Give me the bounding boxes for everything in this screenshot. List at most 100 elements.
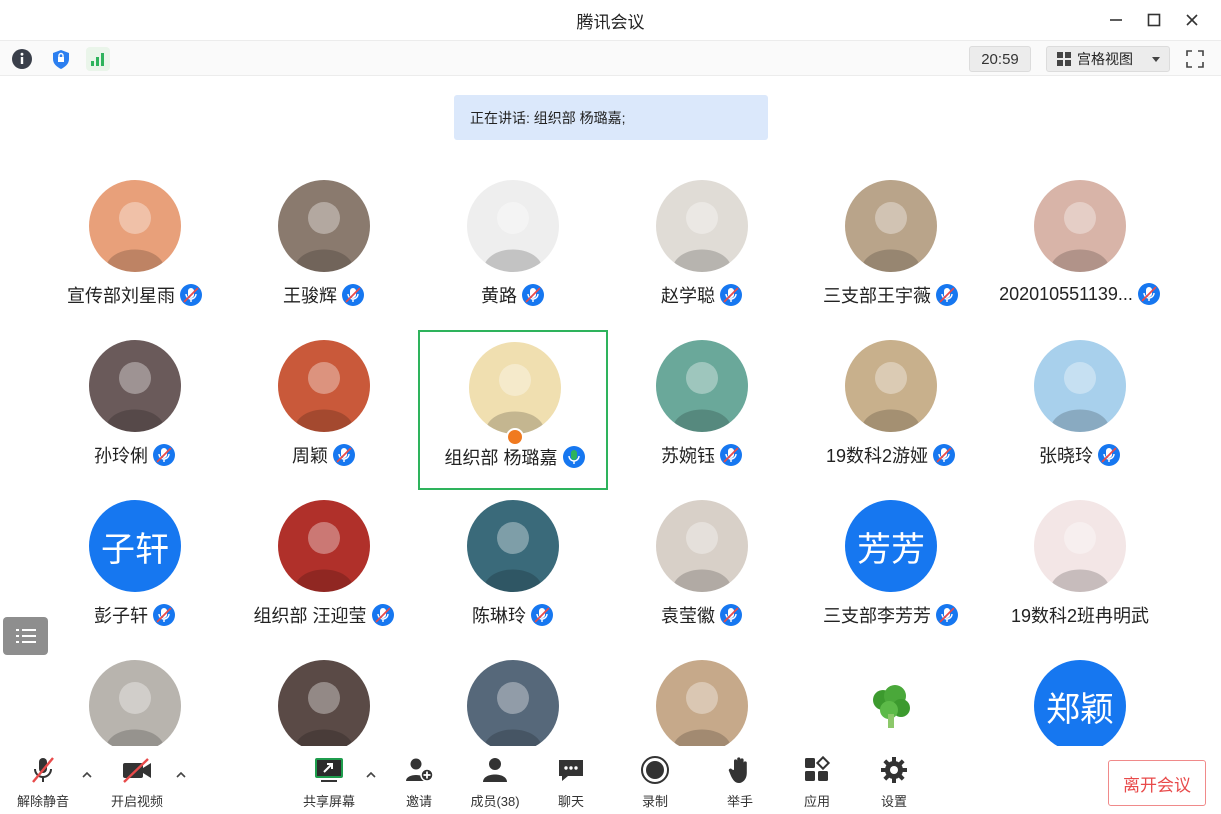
participant-name-row: 袁莹徽 <box>607 602 797 628</box>
participant-name: 组织部 汪迎莹 <box>253 606 367 626</box>
avatar <box>89 180 181 272</box>
avatar <box>845 180 937 272</box>
participant-tile[interactable]: 周颖 <box>229 330 419 490</box>
participant-name: 袁莹徽 <box>661 606 715 626</box>
microphone-muted-icon <box>720 604 742 626</box>
participant-name-row: 202010551139... <box>985 282 1175 306</box>
apps-icon <box>805 755 831 781</box>
participant-tile[interactable]: 苏婉钰 <box>607 330 797 490</box>
chevron-down-icon <box>1152 57 1160 62</box>
settings-button[interactable]: 设置 <box>859 754 929 810</box>
participant-tile[interactable]: 王骏辉 <box>229 170 419 330</box>
participant-tile[interactable]: 袁莹徽 <box>607 490 797 650</box>
broccoli-icon <box>873 685 910 728</box>
avatar-initials: 芳芳 <box>857 529 925 570</box>
avatar-image <box>861 362 921 432</box>
avatar <box>656 180 748 272</box>
participant-tile[interactable]: 19数科2班冉明武 <box>985 490 1175 650</box>
participant-name: 张晓玲 <box>1039 446 1093 466</box>
avatar-image <box>483 522 543 592</box>
avatar-image <box>105 682 165 752</box>
avatar-image <box>672 682 732 752</box>
unmute-label: 解除静音 <box>16 794 69 809</box>
participant-tile[interactable]: 组织部 杨璐嘉 <box>418 330 608 490</box>
meeting-info-button[interactable] <box>10 47 34 71</box>
avatar-image <box>294 522 354 592</box>
avatar-image <box>483 202 543 272</box>
fullscreen-button[interactable] <box>1183 47 1207 71</box>
record-button[interactable]: 录制 <box>620 754 690 810</box>
participant-tile[interactable]: 孙玲俐 <box>40 330 230 490</box>
maximize-button[interactable] <box>1135 0 1173 40</box>
network-button[interactable] <box>86 47 110 71</box>
avatar-image <box>1050 202 1110 272</box>
participant-name: 19数科2游娅 <box>825 446 929 466</box>
microphone-muted-icon <box>936 284 958 306</box>
members-label: 成员(38) <box>470 794 520 809</box>
participant-tile[interactable]: 子轩 彭子轩 <box>40 490 230 650</box>
share-screen-button[interactable]: 共享屏幕 <box>294 754 364 810</box>
close-button[interactable] <box>1173 0 1211 40</box>
participant-tile[interactable]: 19数科2游娅 <box>796 330 986 490</box>
chevron-up-icon[interactable] <box>364 768 378 782</box>
avatar <box>278 340 370 432</box>
microphone-muted-icon <box>342 284 364 306</box>
start-video-label: 开启视频 <box>110 794 163 809</box>
participant-name-row: 三支部王宇薇 <box>796 282 986 308</box>
view-mode-select[interactable]: 宫格视图 <box>1046 46 1170 72</box>
avatar-initials: 郑颖 <box>1046 689 1114 730</box>
participant-tile[interactable]: 陈琳玲 <box>418 490 608 650</box>
participant-tile[interactable]: 张晓玲 <box>985 330 1175 490</box>
camera-off-icon <box>123 757 151 783</box>
invite-button[interactable]: 邀请 <box>384 754 454 810</box>
avatar <box>656 500 748 592</box>
title-bar: 腾讯会议 <box>0 0 1221 40</box>
participant-name-row: 陈琳玲 <box>418 602 608 628</box>
participant-tile[interactable]: 宣传部刘星雨 <box>40 170 230 330</box>
avatar: 郑颖 <box>1034 660 1126 752</box>
share-screen-icon <box>315 757 343 782</box>
avatar <box>467 660 559 752</box>
participant-name: 宣传部刘星雨 <box>67 286 175 306</box>
members-button[interactable]: 成员(38) <box>460 754 530 810</box>
meeting-info-bar: 20:59 宫格视图 <box>0 40 1221 76</box>
leave-meeting-button[interactable]: 离开会议 <box>1108 760 1206 806</box>
participant-name-row: 三支部李芳芳 <box>796 602 986 628</box>
unmute-button[interactable]: 解除静音 <box>8 754 78 810</box>
avatar <box>278 500 370 592</box>
participant-name: 赵学聪 <box>661 286 715 306</box>
participant-name: 三支部李芳芳 <box>823 606 931 626</box>
view-mode-label: 宫格视图 <box>1077 51 1133 67</box>
chevron-up-icon[interactable] <box>80 768 94 782</box>
close-icon <box>1186 14 1198 26</box>
avatar-image <box>294 362 354 432</box>
side-panel-toggle[interactable] <box>3 617 48 655</box>
apps-button[interactable]: 应用 <box>782 754 852 810</box>
chevron-up-icon[interactable] <box>174 768 188 782</box>
chat-button[interactable]: 聊天 <box>536 754 606 810</box>
microphone-muted-icon <box>1137 283 1160 305</box>
minimize-button[interactable] <box>1097 0 1135 40</box>
avatar <box>278 660 370 752</box>
security-button[interactable] <box>49 47 73 71</box>
raise-hand-button[interactable]: 举手 <box>705 754 775 810</box>
avatar <box>89 340 181 432</box>
avatar-image <box>483 682 543 752</box>
participant-name: 孙玲俐 <box>94 446 148 466</box>
participant-tile[interactable]: 赵学聪 <box>607 170 797 330</box>
participant-name: 19数科2班冉明武 <box>1010 606 1150 626</box>
participant-name-row: 王骏辉 <box>229 282 419 308</box>
start-video-button[interactable]: 开启视频 <box>102 754 172 810</box>
participant-tile[interactable]: 三支部王宇薇 <box>796 170 986 330</box>
avatar <box>467 500 559 592</box>
participant-tile[interactable]: 组织部 汪迎莹 <box>229 490 419 650</box>
add-user-icon <box>406 758 434 782</box>
participant-name: 苏婉钰 <box>661 446 715 466</box>
avatar <box>469 342 561 434</box>
participant-tile[interactable]: 黄路 <box>418 170 608 330</box>
avatar <box>89 660 181 752</box>
participant-tile[interactable]: 202010551139... <box>985 170 1175 330</box>
participant-tile[interactable]: 芳芳三支部李芳芳 <box>796 490 986 650</box>
microphone-muted-icon <box>522 284 544 306</box>
invite-label: 邀请 <box>405 794 432 809</box>
